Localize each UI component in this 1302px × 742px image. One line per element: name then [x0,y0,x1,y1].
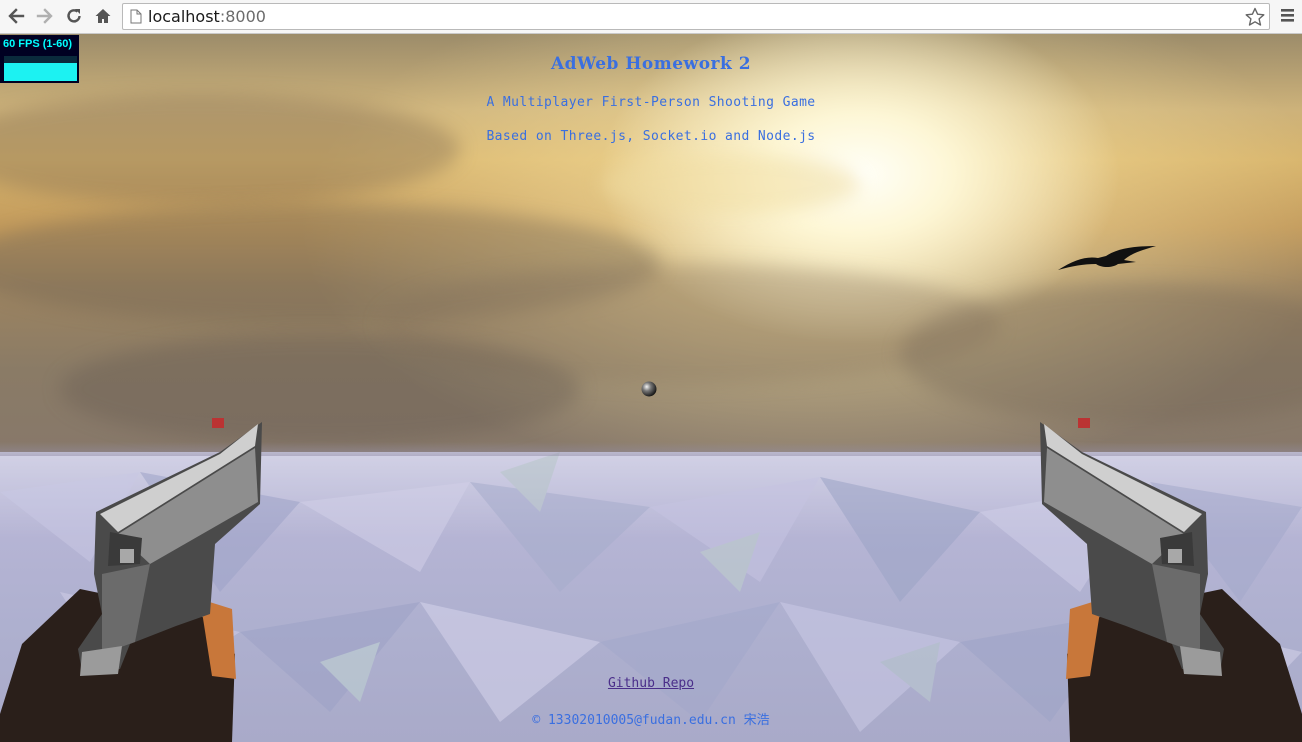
back-button[interactable] [5,5,27,27]
browser-menu-button[interactable] [1280,6,1296,29]
left-pistol [0,418,262,742]
fps-graph-background [4,56,77,63]
cloud [0,94,460,204]
right-pistol [1040,418,1302,742]
forward-button[interactable] [34,5,56,27]
fps-stats-panel[interactable]: 60 FPS (1-60) [0,35,79,83]
reload-button[interactable] [63,5,85,27]
crosshair-ball-icon [641,381,657,397]
arrow-left-icon [8,8,25,24]
arrow-right-icon [36,8,53,24]
reload-icon [67,9,81,23]
github-repo-link[interactable]: Github Repo [608,676,694,691]
hamburger-menu-icon [1281,9,1294,22]
credit-line: © 13302010005@fudan.edu.cn 宋浩 [532,713,770,728]
page-title: AdWeb Homework 2 [550,54,752,74]
star-outline-icon[interactable] [1244,6,1266,28]
cloud [600,154,860,214]
url-port: :8000 [219,7,266,26]
browser-toolbar: localhost:8000 [0,0,1302,34]
home-button[interactable] [92,5,114,27]
repo-link-container: Github Repo [0,676,1302,691]
home-icon [95,9,111,23]
fps-label: 60 FPS (1-60) [3,38,73,50]
fps-graph [4,63,77,81]
game-canvas[interactable]: AdWeb Homework 2 A Multiplayer First-Per… [0,34,1302,742]
url-host: localhost [148,7,220,26]
page-subtitle: A Multiplayer First-Person Shooting Game [486,95,816,110]
tech-stack-line: Based on Three.js, Socket.io and Node.js [486,129,816,144]
address-bar[interactable]: localhost:8000 [122,3,1270,30]
bird-icon [1058,246,1156,270]
url-text: localhost:8000 [148,7,266,27]
page-icon [130,9,142,24]
